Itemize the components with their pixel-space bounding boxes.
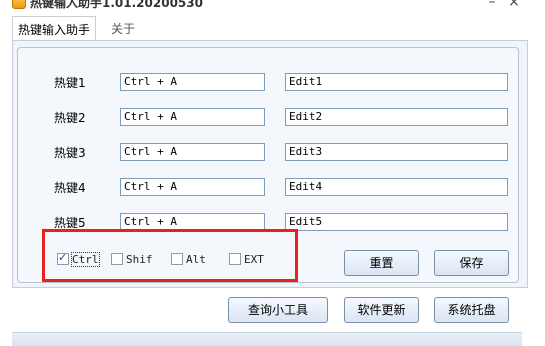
system-tray-button[interactable]: 系统托盘 (434, 297, 509, 323)
hotkey-input-1[interactable]: Ctrl + A (120, 73, 265, 91)
checkbox-box[interactable] (57, 251, 69, 265)
shift-checkbox-label: Shif (126, 252, 153, 266)
edit-field-3[interactable]: Edit3 (285, 143, 508, 161)
close-button[interactable]: × (506, 0, 522, 10)
reset-button[interactable]: 重置 (344, 250, 419, 276)
save-button[interactable]: 保存 (434, 250, 509, 276)
hotkey-input-3[interactable]: Ctrl + A (120, 143, 265, 161)
edit-field-4[interactable]: Edit4 (285, 178, 508, 196)
window-title: 热键输入助手1.01.20200530 (30, 0, 203, 10)
hotkey-input-2[interactable]: Ctrl + A (120, 108, 265, 126)
edit-field-1[interactable]: Edit1 (285, 73, 508, 91)
hotkey-label-2: 热键2 (54, 111, 86, 125)
hotkey-label-3: 热键3 (54, 146, 86, 160)
ext-checkbox-label: EXT (244, 252, 264, 266)
shift-checkbox[interactable]: Shif (111, 251, 153, 267)
edit-field-2[interactable]: Edit2 (285, 108, 508, 126)
hotkey-input-4[interactable]: Ctrl + A (120, 178, 265, 196)
hotkey-label-1: 热键1 (54, 76, 86, 90)
hotkey-label-5: 热键5 (54, 216, 86, 230)
ext-checkbox[interactable]: EXT (229, 251, 264, 267)
checkbox-box[interactable] (111, 253, 123, 265)
checkbox-box[interactable] (229, 253, 241, 265)
tab-about[interactable]: 关于 (106, 16, 140, 40)
checkbox-box[interactable] (171, 253, 183, 265)
query-tool-button[interactable]: 查询小工具 (228, 297, 328, 323)
minimize-button[interactable]: – (484, 0, 500, 10)
alt-checkbox[interactable]: Alt (171, 251, 206, 267)
status-strip (12, 332, 522, 346)
alt-checkbox-label: Alt (186, 252, 206, 266)
app-icon (12, 0, 26, 9)
title-bar: 热键输入助手1.01.20200530 – × (0, 0, 545, 16)
edit-field-5[interactable]: Edit5 (285, 213, 508, 231)
ctrl-checkbox[interactable]: Ctrl (57, 251, 100, 267)
ctrl-checkbox-label: Ctrl (71, 251, 100, 267)
software-update-button[interactable]: 软件更新 (344, 297, 419, 323)
tab-strip: 热键输入助手 关于 (12, 16, 532, 41)
hotkey-input-5[interactable]: Ctrl + A (120, 213, 265, 231)
tab-hotkey-helper[interactable]: 热键输入助手 (12, 16, 97, 41)
hotkey-label-4: 热键4 (54, 181, 86, 195)
